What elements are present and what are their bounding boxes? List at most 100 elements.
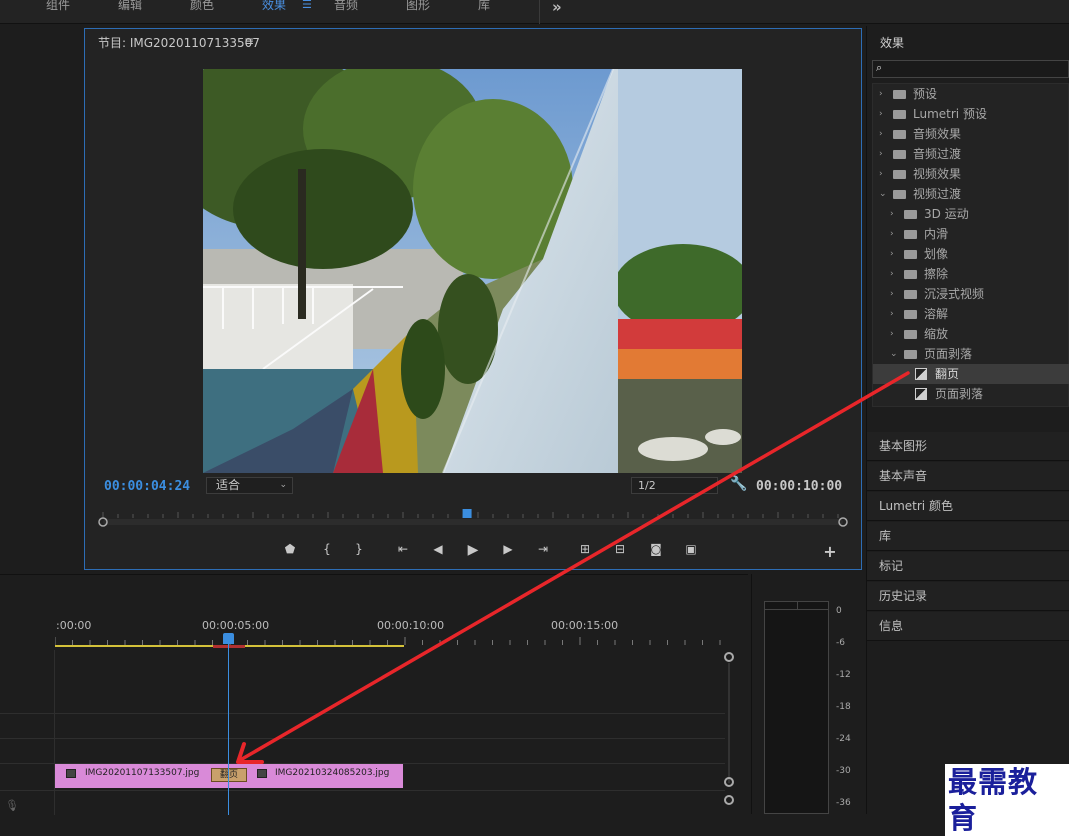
- db-label: -30: [836, 766, 851, 776]
- side-panel-tab[interactable]: 标记: [867, 552, 1069, 581]
- vertical-scroll-track[interactable]: [728, 663, 730, 783]
- chevron-right-icon[interactable]: ›: [890, 264, 894, 284]
- chevron-right-icon[interactable]: ›: [879, 104, 883, 124]
- effect-folder[interactable]: › 溶解: [873, 304, 1069, 324]
- side-panel-tab[interactable]: Lumetri 颜色: [867, 492, 1069, 521]
- fit-select-value: 适合: [216, 478, 241, 492]
- effect-folder[interactable]: › 擦除: [873, 264, 1069, 284]
- timeline-clip[interactable]: IMG20210324085203.jpg: [229, 764, 403, 788]
- playhead-marker[interactable]: [462, 509, 472, 518]
- extract-icon[interactable]: ⊟: [610, 542, 630, 556]
- timeline-clip[interactable]: IMG20201107133507.jpg: [55, 764, 229, 788]
- folder-icon: [904, 330, 917, 339]
- folder-icon: [904, 230, 917, 239]
- scrub-bar[interactable]: [97, 509, 849, 527]
- effect-folder[interactable]: › 缩放: [873, 324, 1069, 344]
- ruler-label: 00:00:15:00: [551, 619, 619, 632]
- chevron-down-icon[interactable]: ⌄: [879, 184, 887, 204]
- tree-item-label: Lumetri 预设: [913, 107, 987, 121]
- tree-item-label: 溶解: [924, 307, 949, 321]
- chevron-right-icon[interactable]: ›: [879, 124, 883, 144]
- button-editor-icon[interactable]: +: [820, 542, 840, 561]
- workspace-tab-effects[interactable]: 效果: [262, 0, 286, 14]
- effect-folder[interactable]: › Lumetri 预设: [873, 104, 1069, 124]
- chevron-right-icon[interactable]: ›: [879, 144, 883, 164]
- chevron-right-icon[interactable]: ›: [890, 284, 894, 304]
- effect-folder[interactable]: ⌄ 视频过渡: [873, 184, 1069, 204]
- workspace-tab-libraries[interactable]: 库: [478, 0, 490, 14]
- current-timecode[interactable]: 00:00:04:24: [104, 479, 190, 494]
- add-marker-icon[interactable]: ⬟: [280, 542, 300, 556]
- chevron-right-icon[interactable]: ›: [879, 164, 883, 184]
- more-workspaces-icon[interactable]: »: [552, 0, 562, 16]
- mark-in-icon[interactable]: {: [317, 542, 337, 556]
- workspace-tab-color[interactable]: 颜色: [190, 0, 214, 14]
- tree-item-label: 划像: [924, 247, 949, 261]
- db-label: -36: [836, 798, 851, 808]
- db-label: -6: [836, 638, 845, 648]
- play-icon[interactable]: ▶: [463, 542, 483, 558]
- chevron-right-icon[interactable]: ›: [890, 324, 894, 344]
- effect-folder[interactable]: › 预设: [873, 84, 1069, 104]
- effect-folder[interactable]: › 内滑: [873, 224, 1069, 244]
- effect-folder[interactable]: ⌄ 页面剥落: [873, 344, 1069, 364]
- track-divider: [0, 738, 725, 739]
- chevron-right-icon[interactable]: ›: [890, 224, 894, 244]
- db-label: -12: [836, 670, 851, 680]
- mark-out-icon[interactable]: }: [349, 542, 369, 556]
- track-header-divider: [54, 650, 55, 815]
- fit-select[interactable]: 适合 ⌄: [206, 477, 293, 494]
- resolution-select[interactable]: 1/2: [631, 477, 718, 494]
- clip-name: IMG20201107133507.jpg: [85, 768, 200, 778]
- side-panel-tab[interactable]: 库: [867, 522, 1069, 551]
- chevron-down-icon[interactable]: ⌄: [890, 344, 898, 364]
- scroll-handle-top[interactable]: [724, 652, 734, 662]
- workspace-tab-audio[interactable]: 音频: [334, 0, 358, 14]
- compare-view-icon[interactable]: ▣: [681, 542, 701, 556]
- effect-folder[interactable]: › 音频效果: [873, 124, 1069, 144]
- folder-icon: [904, 350, 917, 359]
- transition-block[interactable]: 翻页: [211, 768, 247, 782]
- effect-folder[interactable]: › 沉浸式视频: [873, 284, 1069, 304]
- chevron-right-icon[interactable]: ›: [890, 244, 894, 264]
- side-panel-tab[interactable]: 基本图形: [867, 432, 1069, 461]
- workspace-tab-assembly[interactable]: 组件: [46, 0, 70, 14]
- effect-item[interactable]: 页面剥落: [873, 384, 1069, 404]
- preset-folder-icon: [893, 90, 906, 99]
- chevron-right-icon[interactable]: ›: [890, 204, 894, 224]
- search-icon: ⌕: [876, 61, 883, 74]
- time-ruler[interactable]: [55, 637, 725, 645]
- scroll-handle[interactable]: [724, 795, 734, 805]
- preset-folder-icon: [893, 110, 906, 119]
- go-to-out-icon[interactable]: ⇥: [533, 542, 553, 556]
- workspace-menu-icon[interactable]: ☰: [302, 0, 312, 10]
- effects-search-input[interactable]: ⌕: [872, 60, 1069, 78]
- wrench-icon[interactable]: 🔧: [730, 476, 747, 492]
- effect-folder[interactable]: › 3D 运动: [873, 204, 1069, 224]
- microphone-icon[interactable]: 🎙: [5, 799, 19, 812]
- step-forward-icon[interactable]: ▶︎: [498, 542, 518, 556]
- export-frame-icon[interactable]: ◙: [646, 542, 666, 556]
- lift-icon[interactable]: ⊞: [575, 542, 595, 556]
- workspace-tab-graphics[interactable]: 图形: [406, 0, 430, 14]
- step-back-icon[interactable]: ◀︎: [428, 542, 448, 556]
- side-panel-tab[interactable]: 信息: [867, 612, 1069, 641]
- chevron-right-icon[interactable]: ›: [879, 84, 883, 104]
- chevron-right-icon[interactable]: ›: [890, 304, 894, 324]
- effect-folder[interactable]: › 划像: [873, 244, 1069, 264]
- scroll-handle-bottom[interactable]: [724, 777, 734, 787]
- tree-item-label: 页面剥落: [935, 387, 984, 401]
- effect-folder[interactable]: › 音频过渡: [873, 144, 1069, 164]
- workspace-tab-editing[interactable]: 编辑: [118, 0, 142, 14]
- db-label: 0: [836, 606, 842, 616]
- effect-folder[interactable]: › 视频效果: [873, 164, 1069, 184]
- go-to-in-icon[interactable]: ⇤: [393, 542, 413, 556]
- tree-item-label: 预设: [913, 87, 938, 101]
- panel-menu-icon[interactable]: ≡: [244, 34, 254, 48]
- effect-item[interactable]: 翻页: [873, 364, 1069, 384]
- side-panel-tab[interactable]: 历史记录: [867, 582, 1069, 611]
- folder-icon: [893, 150, 906, 159]
- side-panel-tab[interactable]: 基本声音: [867, 462, 1069, 491]
- track-divider: [0, 713, 725, 714]
- program-monitor-title: 节目: IMG20201107133507: [98, 36, 260, 50]
